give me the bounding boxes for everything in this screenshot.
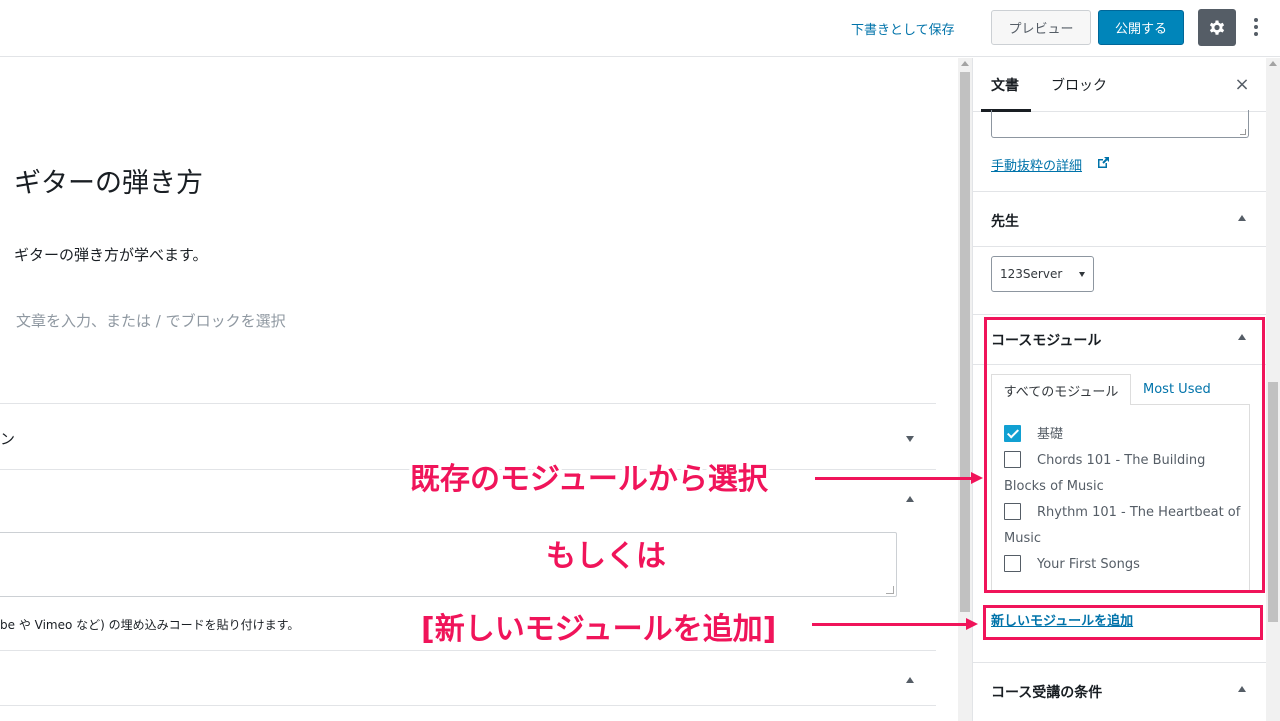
panel-title-course-modules[interactable]: コースモジュール xyxy=(991,330,1101,350)
module-label: Your First Songs xyxy=(1037,557,1140,572)
annotation-add-new: [新しいモジュールを追加] xyxy=(421,612,777,647)
editor-header: 下書きとして保存 プレビュー 公開する xyxy=(0,0,1280,57)
divider xyxy=(973,364,1266,365)
post-title[interactable]: ギターの弾き方 xyxy=(14,161,203,200)
caret-up-icon[interactable] xyxy=(1238,334,1246,340)
module-label: 基礎 xyxy=(1037,427,1064,442)
paragraph-block[interactable]: ギターの弾き方が学べます。 xyxy=(14,244,208,265)
arrow-right-icon xyxy=(812,618,978,630)
list-item-continued: Music xyxy=(1004,526,1244,552)
publish-button[interactable]: 公開する xyxy=(1098,10,1184,45)
excerpt-help-link[interactable]: 手動抜粋の詳細 xyxy=(991,155,1082,174)
checkbox[interactable] xyxy=(1004,451,1021,468)
sidebar-tabs: 文書 ブロック × xyxy=(973,58,1266,112)
module-label: Rhythm 101 - The Heartbeat of xyxy=(1037,505,1241,520)
annotation-or: もしくは xyxy=(546,539,666,574)
block-placeholder[interactable]: 文章を入力、または / でブロックを選択 xyxy=(16,310,286,331)
caret-down-icon[interactable] xyxy=(906,436,914,442)
add-module-link[interactable]: 新しいモジュールを追加 xyxy=(991,610,1133,629)
tab-all-modules[interactable]: すべてのモジュール xyxy=(991,374,1131,405)
caret-up-icon[interactable] xyxy=(1238,215,1246,221)
divider xyxy=(973,662,1266,663)
list-item[interactable]: 基礎 xyxy=(1004,422,1244,448)
meta-box-label: ン xyxy=(0,430,16,448)
checkbox[interactable] xyxy=(1004,555,1021,572)
excerpt-textarea[interactable] xyxy=(991,110,1249,138)
resize-grip-icon[interactable] xyxy=(886,586,894,594)
embed-code-textarea[interactable] xyxy=(0,532,897,597)
embed-help-text: be や Vimeo など) の埋め込みコードを貼り付けます。 xyxy=(0,618,300,632)
module-label-cont: Blocks of Music xyxy=(1004,479,1104,494)
resize-grip-icon[interactable] xyxy=(1240,129,1246,135)
more-dot-icon xyxy=(1254,32,1258,36)
teacher-select[interactable]: 123Server xyxy=(991,256,1094,292)
caret-up-icon[interactable] xyxy=(1238,686,1246,692)
scrollbar-thumb[interactable] xyxy=(960,72,970,612)
tab-most-used[interactable]: Most Used xyxy=(1143,382,1211,397)
external-link-icon xyxy=(1098,157,1109,168)
panel-title-prerequisite[interactable]: コース受講の条件 xyxy=(991,682,1102,702)
list-item[interactable]: Your First Songs xyxy=(1004,552,1244,578)
divider xyxy=(0,705,936,706)
list-item[interactable]: Chords 101 - The Building xyxy=(1004,448,1244,474)
annotation-select-existing: 既存のモジュールから選択 xyxy=(410,462,768,497)
settings-sidebar: 文書 ブロック × 手動抜粋の詳細 先生 123Server コースモジュール … xyxy=(972,58,1266,721)
chevron-down-icon xyxy=(1079,272,1085,277)
divider xyxy=(973,314,1266,315)
tab-block[interactable]: ブロック xyxy=(1051,75,1107,95)
caret-up-icon[interactable] xyxy=(906,496,914,502)
caret-up-icon[interactable] xyxy=(906,677,914,683)
tab-document[interactable]: 文書 xyxy=(991,75,1019,95)
scroll-up-icon[interactable] xyxy=(1269,61,1277,66)
close-icon[interactable]: × xyxy=(1231,73,1253,95)
module-label: Chords 101 - The Building xyxy=(1037,453,1206,468)
scroll-up-icon[interactable] xyxy=(961,61,969,66)
more-options-button[interactable] xyxy=(1244,12,1268,42)
divider xyxy=(973,246,1266,247)
more-dot-icon xyxy=(1254,18,1258,22)
list-item-continued: Blocks of Music xyxy=(1004,474,1244,500)
module-checklist: 基礎 Chords 101 - The Building Blocks of M… xyxy=(991,404,1250,592)
meta-box-collapsed-2[interactable] xyxy=(0,650,936,706)
module-tabs: すべてのモジュール Most Used xyxy=(991,374,1251,405)
checkbox-checked[interactable] xyxy=(1004,425,1021,442)
save-draft-link[interactable]: 下書きとして保存 xyxy=(851,19,955,38)
list-item[interactable]: Rhythm 101 - The Heartbeat of xyxy=(1004,500,1244,526)
panel-title-teacher[interactable]: 先生 xyxy=(991,211,1019,231)
sidebar-scrollbar[interactable] xyxy=(1266,58,1280,721)
module-label-cont: Music xyxy=(1004,531,1041,546)
preview-button[interactable]: プレビュー xyxy=(991,10,1091,45)
teacher-select-value: 123Server xyxy=(1000,267,1063,281)
arrow-right-icon xyxy=(815,472,983,484)
divider xyxy=(973,191,1266,192)
scrollbar-thumb[interactable] xyxy=(1268,382,1278,622)
more-dot-icon xyxy=(1254,25,1258,29)
checkbox[interactable] xyxy=(1004,503,1021,520)
gear-icon xyxy=(1209,20,1225,35)
settings-button[interactable] xyxy=(1198,9,1236,46)
